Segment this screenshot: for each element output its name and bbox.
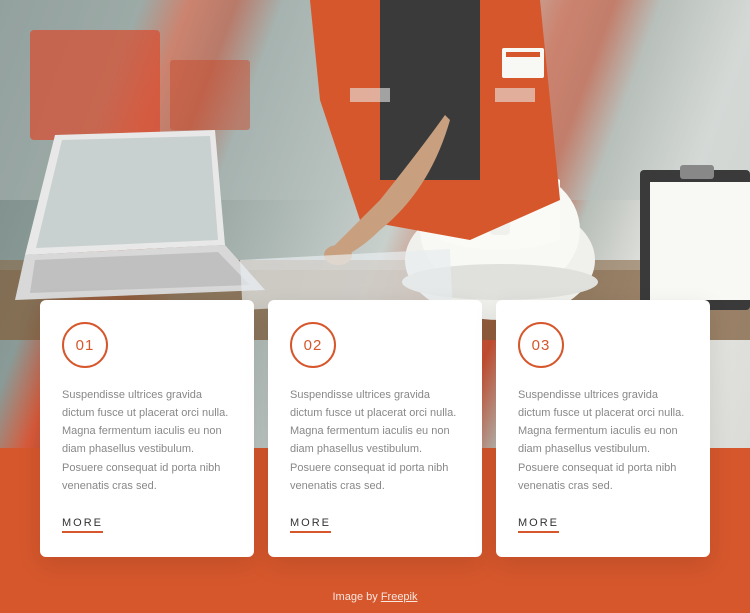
more-link[interactable]: MORE <box>290 517 331 533</box>
card-number-badge: 01 <box>62 322 108 368</box>
card-number-badge: 02 <box>290 322 336 368</box>
card-text: Suspendisse ultrices gravida dictum fusc… <box>518 386 688 495</box>
card-01: 01 Suspendisse ultrices gravida dictum f… <box>40 300 254 557</box>
card-row: 01 Suspendisse ultrices gravida dictum f… <box>40 300 710 557</box>
more-link[interactable]: MORE <box>518 517 559 533</box>
attribution-prefix: Image by <box>333 591 381 603</box>
attribution: Image by Freepik <box>0 591 750 603</box>
card-02: 02 Suspendisse ultrices gravida dictum f… <box>268 300 482 557</box>
attribution-link[interactable]: Freepik <box>381 591 418 603</box>
card-03: 03 Suspendisse ultrices gravida dictum f… <box>496 300 710 557</box>
more-link[interactable]: MORE <box>62 517 103 533</box>
card-text: Suspendisse ultrices gravida dictum fusc… <box>290 386 460 495</box>
card-number-badge: 03 <box>518 322 564 368</box>
card-text: Suspendisse ultrices gravida dictum fusc… <box>62 386 232 495</box>
